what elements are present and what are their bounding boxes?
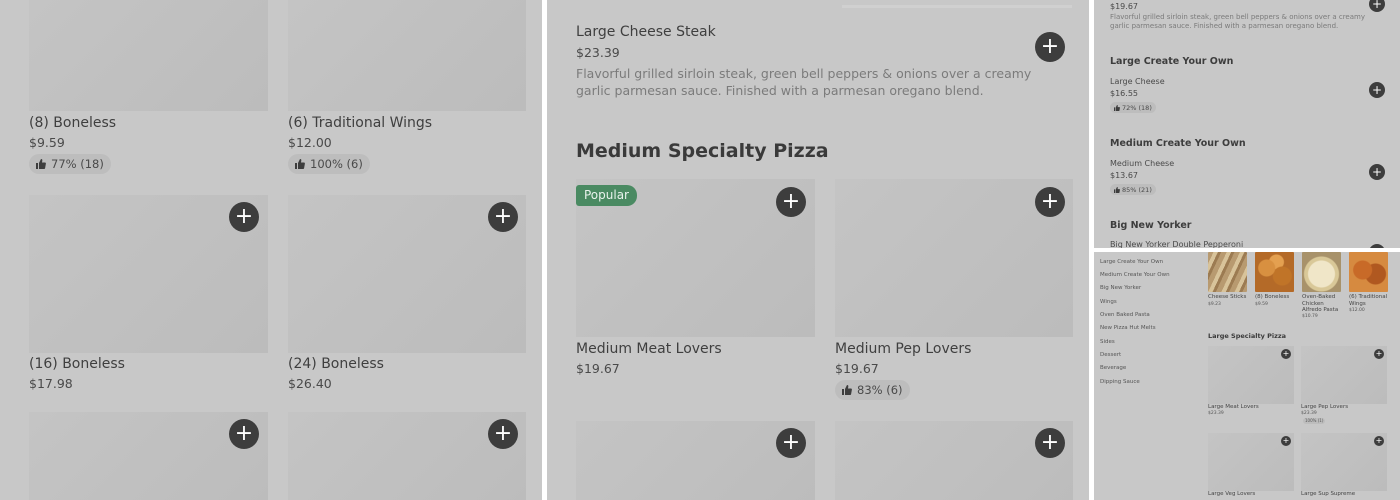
add-item-button[interactable]: + [1281,349,1291,359]
add-item-button[interactable]: + [1281,436,1291,446]
rating-badge: 85% (21) [1110,184,1156,195]
item-price: $23.39 [1301,411,1317,416]
item-name[interactable]: (8) Boneless [1255,294,1295,301]
add-item-button[interactable]: + [776,187,806,217]
rating-text: 85% (21) [1122,185,1152,194]
nav-item[interactable]: Sides [1100,339,1115,345]
add-item-button[interactable]: + [1369,244,1385,248]
nav-item[interactable]: Oven Baked Pasta [1100,312,1150,318]
item-name[interactable]: Medium Meat Lovers [576,341,722,357]
thumbs-up-icon [36,159,46,169]
rating-badge: 83% (6) [835,380,910,400]
item-price: $23.39 [576,45,620,60]
thumbs-up-icon [1114,186,1120,193]
item-name[interactable]: Big New Yorker Double Pepperoni [1110,240,1243,248]
divider [842,5,1072,8]
item-price: $17.98 [29,376,73,391]
nav-item[interactable]: Dessert [1100,352,1121,358]
item-price: $16.55 [1110,89,1138,98]
nav-item[interactable]: Wings [1100,299,1117,305]
item-price: $19.67 [1110,2,1138,11]
cheese-sticks-image[interactable] [1208,252,1247,292]
add-item-button[interactable]: + [1035,428,1065,458]
item-name[interactable]: (8) Boneless [29,115,116,131]
rating-badge: 77% (18) [29,154,111,174]
item-description: Flavorful grilled sirloin steak, green b… [1110,13,1365,30]
rating-badge: 100% (6) [288,154,370,174]
add-item-button[interactable]: + [1369,0,1385,12]
item-name[interactable]: (24) Boneless [288,356,384,372]
add-item-button[interactable]: + [1369,164,1385,180]
rating-text: 100% (6) [310,157,363,171]
wings-menu-panel: (8) Boneless $9.59 77% (18) (6) Traditio… [0,0,542,500]
item-name[interactable]: Large Sup Supreme [1301,491,1355,498]
item-image[interactable] [288,0,526,111]
item-name[interactable]: Cheese Sticks [1208,294,1248,301]
category-overview-panel: Large Create Your Own Medium Create Your… [1094,252,1400,500]
add-item-button[interactable]: + [229,202,259,232]
nav-item[interactable]: Dipping Sauce [1100,379,1140,385]
nav-item[interactable]: Medium Create Your Own [1100,272,1170,278]
item-name[interactable]: Large Meat Lovers [1208,404,1259,411]
section-title: Big New Yorker [1110,220,1192,231]
specialty-pizza-panel: Large Cheese Steak $23.39 + Flavorful gr… [547,0,1089,500]
nav-item[interactable]: Beverage [1100,365,1126,371]
item-name[interactable]: Medium Pep Lovers [835,341,971,357]
add-item-button[interactable]: + [1369,82,1385,98]
item-name[interactable]: Large Pep Lovers [1301,404,1348,411]
item-name[interactable]: Large Veg Lovers [1208,491,1255,498]
nav-item[interactable]: New Pizza Hut Melts [1100,325,1156,331]
rating-badge: 72% (18) [1110,102,1156,113]
add-item-button[interactable]: + [776,428,806,458]
traditional-wings-image[interactable] [1349,252,1388,292]
item-name[interactable]: (16) Boneless [29,356,125,372]
alfredo-pasta-image[interactable] [1302,252,1341,292]
thumbs-up-icon [295,159,305,169]
item-name[interactable]: Medium Cheese [1110,159,1174,168]
item-price: $12.00 [288,135,332,150]
item-name[interactable]: Large Cheese [1110,77,1165,86]
item-price: $12.00 [1349,308,1365,313]
add-item-button[interactable]: + [1035,32,1065,62]
rating-text: 83% (6) [857,383,903,397]
create-your-own-panel: $19.67 + Flavorful grilled sirloin steak… [1094,0,1400,248]
popular-badge: Popular [576,185,637,206]
add-item-button[interactable]: + [1374,436,1384,446]
rating-badge: 100% (1) [1303,418,1326,424]
item-price: $9.59 [1255,302,1268,307]
item-image[interactable] [29,0,268,111]
item-name[interactable]: (6) Traditional Wings [1349,294,1391,307]
add-item-button[interactable]: + [488,202,518,232]
item-price: $13.67 [1110,171,1138,180]
item-price: $9.23 [1208,302,1221,307]
item-price: $26.40 [288,376,332,391]
item-price: $19.67 [576,361,620,376]
item-price: $23.39 [1208,411,1224,416]
add-item-button[interactable]: + [488,419,518,449]
item-price: $19.67 [835,361,879,376]
add-item-button[interactable]: + [1035,187,1065,217]
section-title: Large Create Your Own [1110,56,1234,67]
section-title: Medium Specialty Pizza [576,140,829,162]
section-title: Large Specialty Pizza [1208,332,1287,340]
add-item-button[interactable]: + [1374,349,1384,359]
thumbs-up-icon [1114,104,1120,111]
rating-text: 72% (18) [1122,103,1152,112]
nav-item[interactable]: Large Create Your Own [1100,259,1163,265]
item-description: Flavorful grilled sirloin steak, green b… [576,66,1032,98]
add-item-button[interactable]: + [229,419,259,449]
nav-item[interactable]: Big New Yorker [1100,285,1141,291]
item-name[interactable]: Large Cheese Steak [576,24,716,40]
item-name[interactable]: Oven-Baked Chicken Alfredo Pasta [1302,294,1344,314]
section-title: Medium Create Your Own [1110,138,1246,149]
item-price: $9.59 [29,135,65,150]
boneless-wings-image[interactable] [1255,252,1294,292]
item-name[interactable]: (6) Traditional Wings [288,115,432,131]
item-price: $10.79 [1302,314,1318,319]
thumbs-up-icon [842,385,852,395]
rating-text: 77% (18) [51,157,104,171]
